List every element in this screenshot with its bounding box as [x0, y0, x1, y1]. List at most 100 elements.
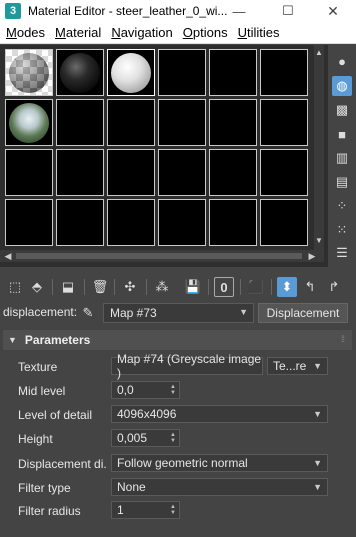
show-end-result-icon[interactable]: ⬍: [277, 277, 297, 297]
material-id-icon[interactable]: 0: [214, 277, 234, 297]
toolbar-divider: [114, 279, 115, 295]
map-type-button[interactable]: Displacement: [258, 303, 348, 323]
sample-slot[interactable]: [158, 49, 206, 96]
backlight-icon[interactable]: ◍: [332, 76, 352, 96]
param-row-height: Height 0,005 ▲ ▼: [0, 429, 356, 449]
scroll-down-icon[interactable]: ▼: [314, 235, 324, 245]
dark-sphere-preview: [60, 53, 100, 93]
menu-options[interactable]: Options: [179, 25, 232, 40]
chevron-down-icon: ▼: [313, 409, 322, 419]
sample-slot[interactable]: [107, 99, 155, 146]
spinner-arrows-icon[interactable]: ▲ ▼: [170, 432, 177, 444]
filter-radius-spinner[interactable]: 1 ▲ ▼: [111, 501, 180, 519]
filter-type-value: None: [117, 480, 146, 494]
checker-pattern-icon[interactable]: ⁘: [332, 196, 352, 216]
box-icon[interactable]: ■: [332, 124, 352, 144]
save-icon[interactable]: 💾: [183, 277, 203, 297]
sample-slot[interactable]: [260, 149, 308, 196]
sample-slot[interactable]: [158, 99, 206, 146]
sample-slot[interactable]: [209, 149, 257, 196]
scroll-left-icon[interactable]: ◀: [2, 250, 14, 262]
param-row-filter-type: Filter type None ▼: [0, 478, 356, 498]
texture-type-value: Te...re: [273, 359, 307, 373]
video-check-icon[interactable]: ▤: [332, 172, 352, 192]
texture-map-button[interactable]: Map #74 (Greyscale image ): [111, 352, 263, 380]
param-label: Mid level: [18, 384, 66, 398]
checker-bg-icon[interactable]: ▩: [332, 100, 352, 120]
get-material-icon[interactable]: ⬚: [5, 277, 25, 297]
close-button[interactable]: ✕: [310, 0, 356, 22]
spinner-arrows-icon[interactable]: ▲ ▼: [170, 384, 177, 396]
show-in-viewport-icon[interactable]: ⬛: [246, 277, 266, 297]
toolbar-divider: [240, 279, 241, 295]
level-of-detail-value: 4096x4096: [117, 407, 177, 421]
sample-slot[interactable]: [5, 199, 53, 246]
put-to-library-icon[interactable]: ⁂: [152, 277, 172, 297]
height-spinner[interactable]: 0,005 ▲ ▼: [111, 429, 180, 447]
make-unique-icon[interactable]: ✣: [120, 277, 140, 297]
sample-slot[interactable]: [56, 49, 104, 96]
sample-type-toolbar: ● ◍ ▩ ■ ▥ ▤ ⁘ ⁙ ☰: [328, 45, 356, 267]
param-row-filter-radius: Filter radius 1 ▲ ▼: [0, 501, 356, 521]
sphere-icon[interactable]: ●: [332, 51, 352, 71]
sample-slot[interactable]: [56, 199, 104, 246]
displacement-direction-value: Follow geometric normal: [117, 456, 248, 470]
drag-grip-icon[interactable]: ⁞⁞: [341, 334, 345, 344]
toolbar-divider: [208, 279, 209, 295]
delete-icon[interactable]: 🗑: [90, 277, 110, 297]
maximize-button[interactable]: ☐: [265, 0, 311, 22]
scroll-thumb[interactable]: [16, 253, 302, 259]
go-to-parent-icon[interactable]: ↰: [300, 277, 320, 297]
mid-level-spinner[interactable]: 0,0 ▲ ▼: [111, 381, 180, 399]
sample-slot[interactable]: [260, 99, 308, 146]
rollout-title: Parameters: [24, 333, 91, 347]
menu-utilities[interactable]: Utilities: [234, 25, 284, 40]
assign-to-selection-icon[interactable]: ⬓: [58, 277, 78, 297]
level-of-detail-dropdown[interactable]: 4096x4096 ▼: [111, 405, 328, 423]
menu-modes[interactable]: Modes: [2, 25, 49, 40]
sample-slot[interactable]: [158, 149, 206, 196]
minimize-button[interactable]: —: [216, 0, 262, 22]
sample-slot[interactable]: [209, 199, 257, 246]
rollout-header[interactable]: ▼ Parameters ⁞⁞: [3, 330, 352, 350]
title-bar: 3 Material Editor - steer_leather_0_wi..…: [0, 0, 356, 22]
toolbar-divider: [271, 279, 272, 295]
filter-type-dropdown[interactable]: None ▼: [111, 478, 328, 496]
put-to-scene-icon[interactable]: ⬘: [27, 277, 47, 297]
sample-slot[interactable]: [5, 149, 53, 196]
chevron-down-icon: ▼: [313, 361, 322, 371]
menu-navigation[interactable]: Navigation: [107, 25, 176, 40]
map-name-field[interactable]: Map #73 ▼: [103, 303, 254, 323]
sample-slot-active[interactable]: [107, 49, 155, 96]
sample-slot[interactable]: [209, 49, 257, 96]
sample-slot[interactable]: [56, 99, 104, 146]
scroll-up-icon[interactable]: ▲: [314, 47, 324, 57]
sample-slot[interactable]: [260, 49, 308, 96]
sample-slot[interactable]: [56, 149, 104, 196]
displacement-direction-dropdown[interactable]: Follow geometric normal ▼: [111, 454, 328, 472]
scroll-right-icon[interactable]: ▶: [306, 250, 318, 262]
slots-vertical-scrollbar[interactable]: ▲ ▼: [314, 45, 324, 253]
sample-slot[interactable]: [5, 49, 53, 96]
sample-slot[interactable]: [5, 99, 53, 146]
param-label: Height: [18, 432, 53, 446]
color-bars-icon[interactable]: ▥: [332, 148, 352, 168]
go-forward-icon[interactable]: ↱: [324, 277, 344, 297]
slots-horizontal-scrollbar[interactable]: ◀ ▶: [0, 250, 324, 262]
sample-slot[interactable]: [260, 199, 308, 246]
sample-slot[interactable]: [107, 149, 155, 196]
options-list-icon[interactable]: ☰: [332, 243, 352, 263]
menu-material[interactable]: Material: [51, 25, 105, 40]
spinner-arrows-icon[interactable]: ▲ ▼: [170, 504, 177, 516]
param-label: Texture: [18, 360, 58, 374]
eyedropper-icon[interactable]: ✎: [79, 304, 97, 322]
param-row-mid-level: Mid level 0,0 ▲ ▼: [0, 381, 356, 401]
param-row-displacement-direction: Displacement di... Follow geometric norm…: [0, 454, 356, 474]
collapse-icon[interactable]: ▼: [8, 335, 17, 345]
texture-type-dropdown[interactable]: Te...re ▼: [267, 357, 328, 375]
param-label: Filter radius: [18, 504, 81, 518]
sample-slot[interactable]: [107, 199, 155, 246]
material-select-icon[interactable]: ⁙: [332, 220, 352, 240]
sample-slot[interactable]: [209, 99, 257, 146]
sample-slot[interactable]: [158, 199, 206, 246]
